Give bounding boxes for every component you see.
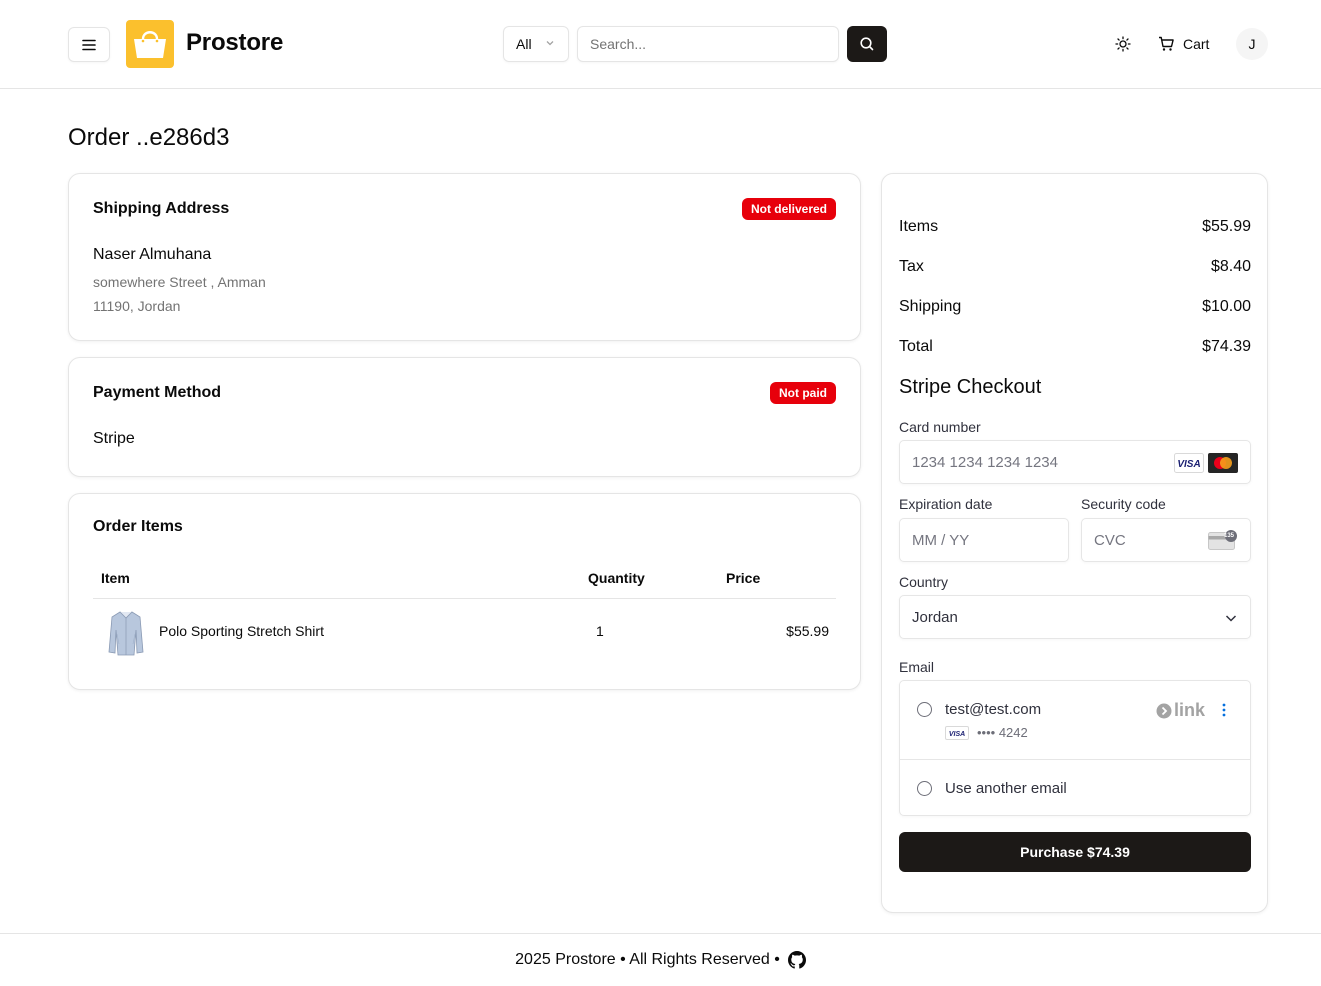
payment-method-card: Payment Method Not paid Stripe <box>68 357 861 477</box>
saved-email-text: test@test.com <box>945 701 1042 718</box>
summary-row-total: Total $74.39 <box>899 338 1251 356</box>
category-select-value: All <box>516 36 532 52</box>
cart-label: Cart <box>1183 36 1210 52</box>
order-items-card: Order Items Item Quantity Price Polo Spo… <box>68 493 861 690</box>
column-header-price: Price <box>726 570 761 586</box>
chevron-down-icon <box>546 41 554 46</box>
saved-email-radio[interactable] <box>917 702 932 717</box>
summary-label: Shipping <box>899 298 962 315</box>
product-quantity: 1 <box>596 623 604 639</box>
saved-card-last4: •••• 4242 <box>977 725 1028 740</box>
summary-value: $74.39 <box>1202 338 1251 355</box>
site-header: Prostore All Cart J <box>0 0 1321 89</box>
cvc-digits: 135 <box>1223 533 1234 539</box>
card-number-placeholder: 1234 1234 1234 1234 <box>912 453 1058 471</box>
svg-text:VISA: VISA <box>1177 459 1200 470</box>
order-summary-card: Items $55.99 Tax $8.40 Shipping $10.00 T… <box>881 173 1268 913</box>
email-divider <box>900 759 1250 760</box>
column-header-item: Item <box>101 570 130 586</box>
shipping-name: Naser Almuhana <box>93 246 212 263</box>
product-price: $55.99 <box>786 623 829 639</box>
link-logo: link <box>1156 700 1205 721</box>
expiry-input[interactable]: MM / YY <box>899 518 1069 562</box>
payment-method-value: Stripe <box>93 430 135 447</box>
visa-icon: VISA <box>1174 453 1204 473</box>
shipping-address-card: Shipping Address Not delivered Naser Alm… <box>68 173 861 341</box>
search-button[interactable] <box>847 26 887 62</box>
shopping-bag-icon <box>134 31 166 58</box>
search-input[interactable] <box>577 26 839 62</box>
stripe-checkout-title: Stripe Checkout <box>899 376 1042 398</box>
menu-button[interactable] <box>68 27 110 62</box>
footer-text: 2025 Prostore • All Rights Reserved • <box>515 951 780 968</box>
product-thumbnail[interactable] <box>107 608 145 658</box>
visa-icon: VISA <box>945 726 969 740</box>
column-header-quantity: Quantity <box>588 570 645 586</box>
menu-icon <box>82 39 96 50</box>
page-title: Order ..e286d3 <box>68 124 230 151</box>
summary-row-tax: Tax $8.40 <box>899 258 1251 276</box>
summary-value: $8.40 <box>1210 258 1251 275</box>
summary-value: $55.99 <box>1202 218 1251 235</box>
theme-toggle-button[interactable] <box>1108 29 1138 59</box>
link-logo-text: link <box>1174 700 1206 720</box>
card-number-label: Card number <box>899 419 981 435</box>
payment-status-badge: Not paid <box>770 382 836 404</box>
cvc-placeholder: CVC <box>1094 531 1126 549</box>
summary-value: $10.00 <box>1202 298 1251 315</box>
email-options: test@test.com VISA •••• 4242 link Use an… <box>899 680 1251 816</box>
country-select-value: Jordan <box>912 608 958 626</box>
order-items-title: Order Items <box>93 518 183 535</box>
security-code-label: Security code <box>1081 496 1166 512</box>
delivery-status-badge: Not delivered <box>741 198 836 220</box>
email-label: Email <box>899 659 935 675</box>
search-icon <box>860 37 874 51</box>
summary-row-items: Items $55.99 <box>899 218 1251 236</box>
site-footer: 2025 Prostore • All Rights Reserved • <box>0 933 1321 986</box>
chevron-down-icon <box>1225 615 1237 622</box>
country-select[interactable]: Jordan <box>899 595 1251 639</box>
brand-name[interactable]: Prostore <box>186 29 283 57</box>
summary-label: Items <box>899 218 939 235</box>
expiry-label: Expiration date <box>899 496 993 512</box>
security-code-input[interactable]: CVC 135 <box>1081 518 1251 562</box>
sun-icon <box>1115 36 1131 52</box>
user-avatar[interactable]: J <box>1236 28 1268 60</box>
link-arrow-icon <box>1156 703 1172 718</box>
brand-logo[interactable] <box>126 20 174 68</box>
more-options-icon[interactable] <box>1220 702 1228 718</box>
shipping-address-line1: somewhere Street , Amman <box>93 274 266 290</box>
purchase-button[interactable]: Purchase $74.39 <box>899 832 1251 872</box>
payment-method-title: Payment Method <box>93 384 222 401</box>
svg-text:VISA: VISA <box>949 731 965 738</box>
product-name-link[interactable]: Polo Sporting Stretch Shirt <box>159 623 324 639</box>
cart-link[interactable]: Cart <box>1158 33 1209 55</box>
mastercard-icon <box>1208 453 1238 473</box>
shipping-address-line2: 11190, Jordan <box>93 298 181 314</box>
shipping-address-title: Shipping Address <box>93 200 230 217</box>
other-email-radio[interactable] <box>917 781 932 796</box>
summary-row-shipping: Shipping $10.00 <box>899 298 1251 316</box>
github-icon[interactable] <box>787 951 806 969</box>
table-divider <box>93 598 836 599</box>
expiry-placeholder: MM / YY <box>912 531 970 549</box>
other-email-text: Use another email <box>945 780 1067 797</box>
summary-label: Tax <box>899 258 924 275</box>
country-label: Country <box>899 574 949 590</box>
summary-label: Total <box>899 338 933 355</box>
category-select[interactable]: All <box>503 26 569 62</box>
shopping-cart-icon <box>1159 36 1174 51</box>
card-number-input[interactable]: 1234 1234 1234 1234 VISA <box>899 440 1251 484</box>
